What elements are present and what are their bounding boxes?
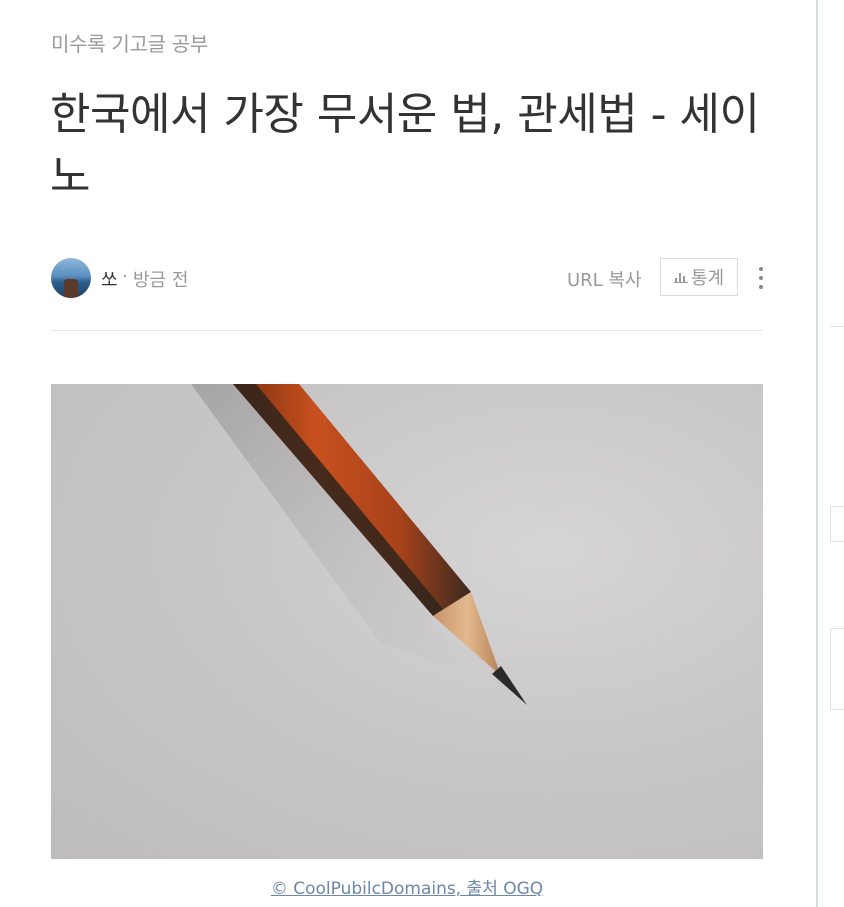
url-copy-button[interactable]: URL 복사 <box>567 266 642 292</box>
post-image[interactable] <box>51 384 763 859</box>
image-caption-link[interactable]: © CoolPubilcDomains, 출처 OGQ <box>51 874 763 899</box>
avatar-figure <box>64 279 78 298</box>
right-sidebar <box>816 0 844 907</box>
stats-label: 통계 <box>690 268 725 289</box>
post-title: 한국에서 가장 무서운 법, 관세법 - 세이노 <box>50 89 760 202</box>
sidebar-divider <box>830 326 844 327</box>
meta-separator: · <box>122 266 128 287</box>
divider <box>51 330 763 331</box>
blog-post-page: 미수록 기고글 공부 한국에서 가장 무서운 법, 관세법 - 세이노 쏘 · … <box>0 0 844 907</box>
post-time: 방금 전 <box>133 270 189 291</box>
avatar[interactable] <box>51 258 91 298</box>
post-meta-bar: 쏘 · 방금 전 URL 복사 통계 <box>51 257 763 299</box>
sidebar-widget[interactable] <box>830 628 844 710</box>
bar-chart-icon <box>673 271 688 283</box>
stats-button[interactable]: 통계 <box>660 258 738 296</box>
post-category[interactable]: 미수록 기고글 공부 <box>51 28 208 57</box>
pencil-tip <box>492 666 527 705</box>
sidebar-widget[interactable] <box>830 506 844 542</box>
pencil-photo <box>191 384 527 705</box>
author-name[interactable]: 쏘 <box>101 266 118 292</box>
more-vertical-icon[interactable] <box>751 263 771 293</box>
